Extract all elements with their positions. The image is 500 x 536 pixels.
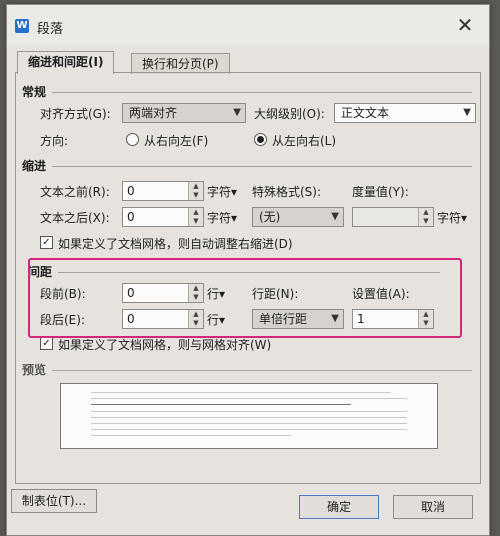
- indent-divider: [52, 166, 472, 167]
- tab-line-page-breaks[interactable]: 换行和分页(P): [131, 53, 230, 74]
- special-format-label: 特殊格式(S):: [252, 185, 322, 199]
- paragraph-dialog: W 段落 ✕ 缩进和间距(I) 换行和分页(P) 常规 对齐方式(G): 两端对…: [6, 4, 490, 536]
- outline-level-select[interactable]: 正文文本 ▼: [334, 103, 476, 123]
- auto-adjust-label[interactable]: 如果定义了文档网格，则自动调整右缩进(D): [58, 235, 293, 252]
- ok-button[interactable]: 确定: [299, 495, 379, 519]
- indent-after-unit[interactable]: 字符▾: [207, 209, 237, 226]
- spinner-arrows-icon[interactable]: ▲ ▼: [418, 208, 433, 226]
- preview-line: [91, 411, 407, 412]
- tab-stops-button[interactable]: 制表位(T)...: [11, 489, 97, 513]
- preview-heading: 预览: [22, 363, 47, 377]
- special-format-value: (无): [259, 210, 281, 224]
- special-format-select[interactable]: (无) ▼: [252, 207, 344, 227]
- preview-line: [91, 404, 351, 405]
- preview-line: [91, 398, 407, 399]
- tab-indent-spacing[interactable]: 缩进和间距(I): [17, 51, 115, 74]
- preview-line: [91, 417, 407, 418]
- preview-box: [60, 383, 438, 449]
- chevron-down-icon: ▼: [331, 211, 339, 222]
- indent-before-value: 0: [127, 184, 135, 198]
- preview-line: [91, 435, 291, 436]
- outline-level-label: 大纲级别(O):: [254, 107, 325, 121]
- rtl-radio[interactable]: [126, 133, 139, 146]
- general-divider: [52, 92, 472, 93]
- alignment-select[interactable]: 两端对齐 ▼: [122, 103, 246, 123]
- spinner-arrows-icon[interactable]: ▲ ▼: [188, 182, 203, 200]
- preview-line: [91, 429, 407, 430]
- direction-label: 方向:: [40, 134, 69, 148]
- close-icon[interactable]: ✕: [453, 13, 477, 37]
- indent-before-label: 文本之前(R):: [40, 185, 110, 199]
- snap-to-grid-checkbox[interactable]: ✓: [40, 337, 53, 350]
- preview-line: [91, 392, 391, 393]
- wps-writer-icon: W: [15, 19, 29, 33]
- auto-adjust-checkbox[interactable]: ✓: [40, 236, 53, 249]
- tab-panel: 常规 对齐方式(G): 两端对齐 ▼ 大纲级别(O): 正文文本 ▼ 方向: 从…: [15, 72, 481, 484]
- preview-line: [91, 423, 407, 424]
- chevron-down-icon: ▼: [233, 107, 241, 118]
- alignment-value: 两端对齐: [129, 106, 178, 120]
- preview-divider: [52, 370, 472, 371]
- indent-after-input[interactable]: 0 ▲ ▼: [122, 207, 204, 227]
- general-heading: 常规: [22, 85, 47, 99]
- chevron-down-icon: ▼: [463, 107, 471, 118]
- snap-to-grid-label[interactable]: 如果定义了文档网格，则与网格对齐(W): [58, 336, 271, 353]
- indent-before-input[interactable]: 0 ▲ ▼: [122, 181, 204, 201]
- alignment-label: 对齐方式(G):: [40, 107, 111, 121]
- measure-label: 度量值(Y):: [352, 185, 409, 199]
- spinner-arrows-icon[interactable]: ▲ ▼: [188, 208, 203, 226]
- rtl-label[interactable]: 从右向左(F): [144, 132, 208, 149]
- indent-before-unit[interactable]: 字符▾: [207, 183, 237, 200]
- ltr-radio[interactable]: [254, 133, 267, 146]
- ltr-label[interactable]: 从左向右(L): [272, 132, 336, 149]
- title-bar: W 段落 ✕: [7, 5, 489, 45]
- cancel-button[interactable]: 取消: [393, 495, 473, 519]
- measure-unit[interactable]: 字符▾: [437, 209, 467, 226]
- spacing-highlight-box: [28, 258, 462, 338]
- indent-after-value: 0: [127, 210, 135, 224]
- outline-level-value: 正文文本: [341, 106, 390, 120]
- dialog-title: 段落: [37, 22, 64, 37]
- indent-after-label: 文本之后(X):: [40, 211, 110, 225]
- measure-input[interactable]: ▲ ▼: [352, 207, 434, 227]
- indent-heading: 缩进: [22, 159, 47, 173]
